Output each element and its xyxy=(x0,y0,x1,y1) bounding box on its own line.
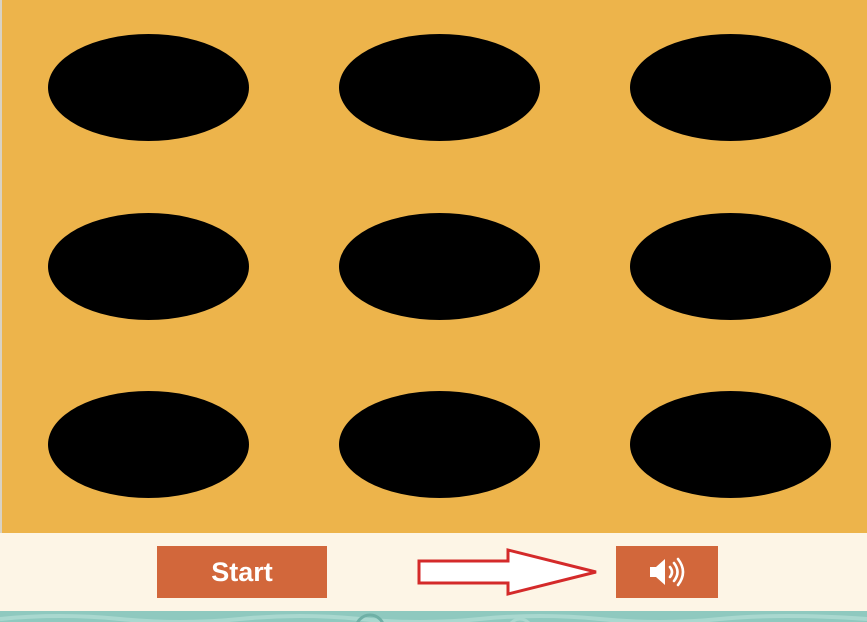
hole-5[interactable] xyxy=(339,213,540,320)
start-button[interactable]: Start xyxy=(157,546,327,598)
annotation-arrow-icon xyxy=(417,548,597,596)
sound-button[interactable] xyxy=(616,546,718,598)
hole-7[interactable] xyxy=(48,391,249,498)
hole-4[interactable] xyxy=(48,213,249,320)
hole-2[interactable] xyxy=(339,34,540,141)
hole-6[interactable] xyxy=(630,213,831,320)
speaker-volume-icon xyxy=(650,557,685,587)
control-bar: Start xyxy=(0,533,867,611)
hole-9[interactable] xyxy=(630,391,831,498)
game-board xyxy=(0,0,867,533)
hole-8[interactable] xyxy=(339,391,540,498)
hole-1[interactable] xyxy=(48,34,249,141)
hole-3[interactable] xyxy=(630,34,831,141)
bottom-decoration xyxy=(0,611,867,622)
